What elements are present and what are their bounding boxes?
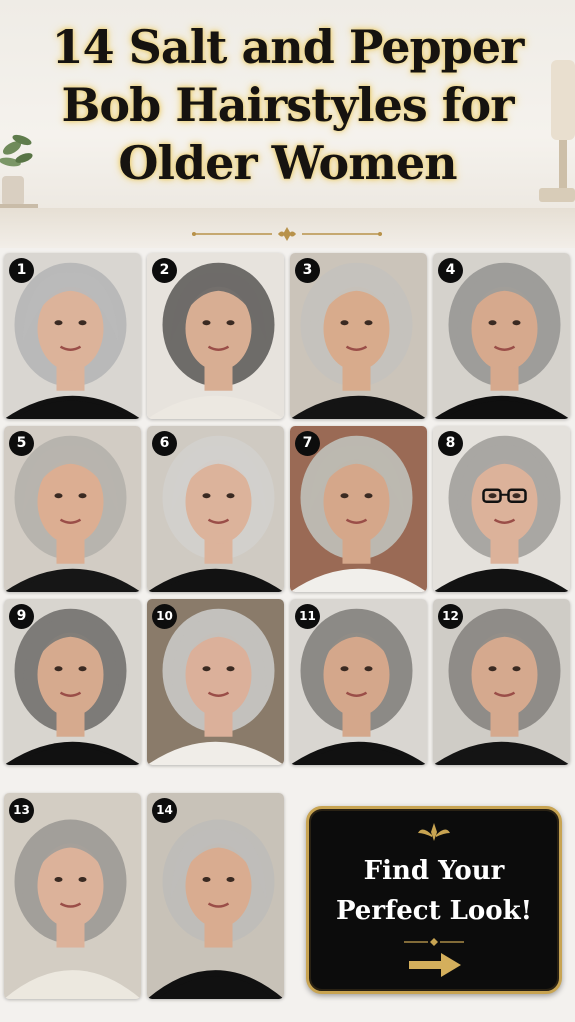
style-number-badge: 7 [295,431,320,456]
hairstyle-card[interactable]: 5 [4,426,141,592]
hairstyle-card[interactable]: 9 [4,599,141,765]
header-banner: 14 Salt and Pepper Bob Hairstyles for Ol… [0,0,575,248]
cta-divider-icon [404,938,464,946]
hairstyle-card[interactable]: 6 [147,426,284,592]
cta-line-2: Perfect Look! [335,896,533,926]
style-number-badge: 2 [152,258,177,283]
portrait-image [147,793,284,999]
page-title: 14 Salt and Pepper Bob Hairstyles for Ol… [0,18,575,192]
style-number-badge: 10 [152,604,177,629]
cta-text: Find Your Perfect Look! [309,851,559,931]
hairstyle-card[interactable]: 12 [433,599,570,765]
style-number-badge: 8 [438,431,463,456]
style-number-badge: 5 [9,431,34,456]
style-number-badge: 12 [438,604,463,629]
style-number-badge: 6 [152,431,177,456]
hairstyle-card[interactable]: 4 [433,253,570,419]
hairstyle-card[interactable]: 8 [433,426,570,592]
style-number-badge: 13 [9,798,34,823]
fleur-ornament-icon [418,823,450,841]
hairstyle-card[interactable]: 13 [4,793,141,999]
title-line-2: Bob Hairstyles for [61,78,515,132]
hairstyle-card[interactable]: 2 [147,253,284,419]
hairstyle-card[interactable]: 3 [290,253,427,419]
style-number-badge: 1 [9,258,34,283]
hairstyle-card[interactable]: 7 [290,426,427,592]
title-line-3: Older Women [118,136,457,190]
cta-line-1: Find Your [363,856,505,886]
style-number-badge: 9 [9,604,34,629]
style-number-badge: 11 [295,604,320,629]
hairstyle-card[interactable]: 1 [4,253,141,419]
arrow-right-icon[interactable] [407,951,463,979]
portrait-image [4,793,141,999]
gold-divider-icon [192,227,382,241]
title-line-1: 14 Salt and Pepper [51,20,525,74]
style-number-badge: 4 [438,258,463,283]
style-number-badge: 14 [152,798,177,823]
hairstyle-card[interactable]: 14 [147,793,284,999]
style-number-badge: 3 [295,258,320,283]
hairstyle-card[interactable]: 10 [147,599,284,765]
hairstyle-card[interactable]: 11 [290,599,427,765]
find-your-look-card[interactable]: Find Your Perfect Look! [306,806,562,994]
